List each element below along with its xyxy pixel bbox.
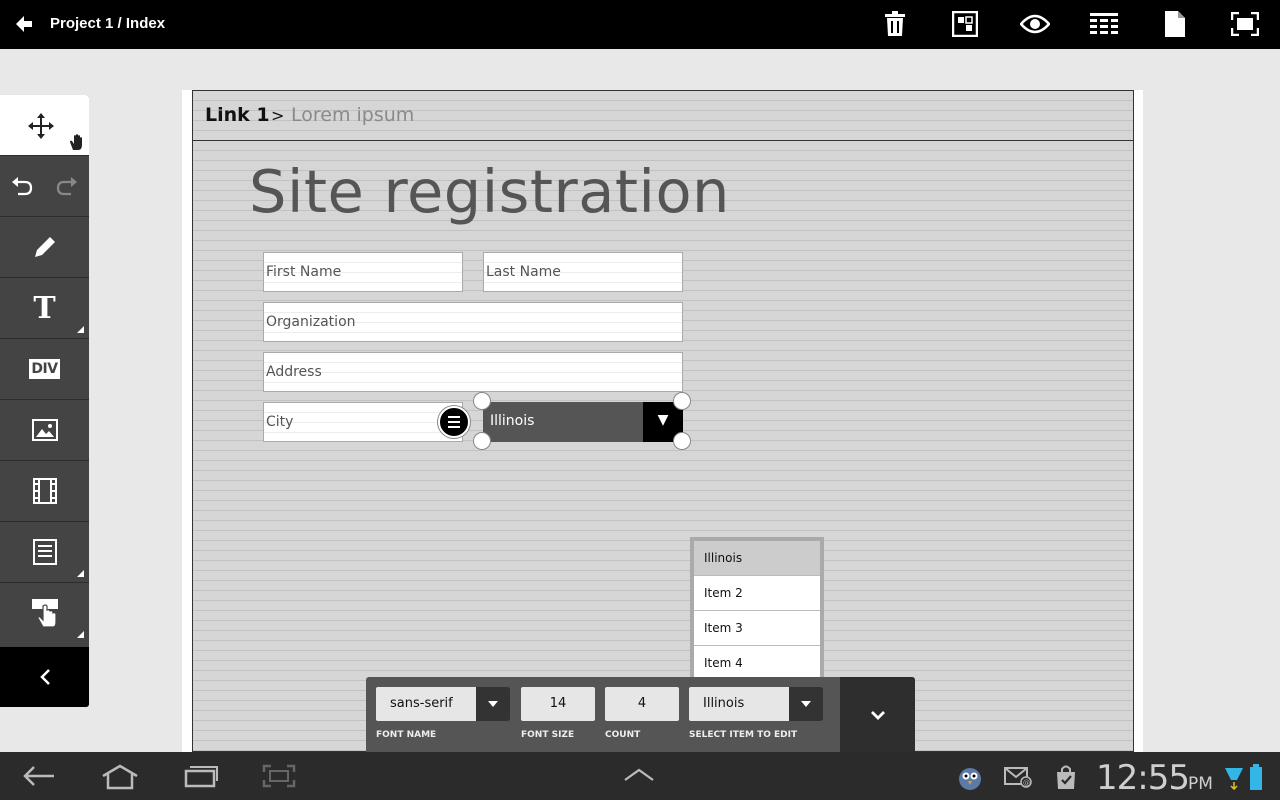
- project-title: Project 1 / Index: [50, 15, 166, 32]
- video-tool[interactable]: [0, 460, 89, 521]
- select-item-value: Illinois: [703, 696, 745, 711]
- form-tool[interactable]: [0, 521, 89, 582]
- div-tool-icon: DIV: [29, 359, 60, 379]
- resize-handle-bottom-right[interactable]: [673, 432, 691, 450]
- battery-icon: [1250, 764, 1262, 790]
- organization-field[interactable]: Organization: [263, 302, 683, 342]
- grid-view-icon[interactable]: [948, 8, 982, 40]
- shopping-bag-icon[interactable]: [1054, 764, 1078, 790]
- video-tool-icon: [32, 478, 57, 504]
- collapse-panel-button[interactable]: [840, 677, 915, 752]
- select-item-label: SELECT ITEM TO EDIT: [689, 730, 798, 740]
- font-size-value: 14: [549, 696, 567, 711]
- trash-icon[interactable]: [878, 8, 912, 40]
- dropdown-item[interactable]: Item 3: [694, 611, 820, 646]
- breadcrumb-separator: >: [271, 106, 285, 125]
- screenshot-icon[interactable]: [262, 764, 296, 788]
- undo-redo-group: [0, 155, 89, 216]
- text-tool[interactable]: T: [0, 277, 89, 338]
- font-size-label: FONT SIZE: [521, 730, 575, 740]
- wifi-icon: [1224, 766, 1244, 790]
- hand-icon: [70, 134, 82, 150]
- count-label: COUNT: [605, 730, 641, 740]
- clock-ampm: PM: [1188, 774, 1213, 794]
- back-arrow-icon[interactable]: [10, 10, 38, 38]
- div-tool[interactable]: DIV: [0, 338, 89, 399]
- pencil-tool[interactable]: [0, 216, 89, 277]
- chevron-down-icon[interactable]: [476, 687, 510, 721]
- state-select-value: Illinois: [490, 413, 535, 429]
- design-canvas[interactable]: Link 1 > Lorem ipsum Site registration F…: [192, 90, 1134, 752]
- city-field[interactable]: City: [263, 402, 463, 442]
- submenu-indicator: [77, 570, 84, 577]
- nav-back-icon[interactable]: [22, 764, 56, 788]
- last-name-field[interactable]: Last Name: [483, 252, 683, 292]
- collapse-icon: [39, 669, 50, 685]
- fullscreen-icon[interactable]: [1228, 8, 1262, 40]
- select-items-dropdown: Illinois Item 2 Item 3 Item 4: [690, 537, 824, 682]
- font-name-select[interactable]: sans-serif: [376, 687, 510, 721]
- system-bar: @ 12:55 PM: [0, 752, 1280, 800]
- redo-icon[interactable]: [55, 174, 79, 198]
- svg-text:@: @: [1023, 779, 1030, 787]
- tools-panel: T DIV: [0, 95, 89, 707]
- breadcrumb-current: Lorem ipsum: [291, 104, 415, 126]
- resize-handle-top-left[interactable]: [473, 392, 491, 410]
- font-size-input[interactable]: 14: [521, 687, 595, 721]
- font-name-label: FONT NAME: [376, 730, 437, 740]
- table-view-icon[interactable]: [1087, 8, 1121, 40]
- move-icon: [28, 113, 54, 139]
- button-tool-icon: [31, 599, 58, 628]
- dropdown-item[interactable]: Item 2: [694, 576, 820, 611]
- dropdown-item[interactable]: Illinois: [694, 541, 820, 576]
- preview-eye-icon[interactable]: [1018, 8, 1052, 40]
- count-value: 4: [637, 696, 647, 711]
- resize-handle-top-right[interactable]: [673, 392, 691, 410]
- top-app-bar: Project 1 / Index: [0, 0, 1280, 49]
- bird-notification-icon[interactable]: [956, 764, 984, 792]
- submenu-indicator: [77, 631, 84, 638]
- properties-panel: sans-serif FONT NAME 14 FONT SIZE 4 COUN…: [366, 677, 915, 752]
- form-tool-icon: [32, 539, 57, 565]
- select-item-to-edit[interactable]: Illinois: [689, 687, 823, 721]
- page-heading[interactable]: Site registration: [249, 157, 730, 226]
- resize-handle-bottom-left[interactable]: [473, 432, 491, 450]
- collapse-toolbar-button[interactable]: [0, 647, 89, 707]
- image-tool-icon: [31, 419, 58, 441]
- first-name-field[interactable]: First Name: [263, 252, 463, 292]
- email-icon[interactable]: @: [1004, 766, 1032, 788]
- chevron-down-icon[interactable]: [789, 687, 823, 721]
- nav-home-icon[interactable]: [100, 764, 140, 790]
- breadcrumb: Link 1 > Lorem ipsum: [193, 91, 1133, 141]
- expand-up-icon[interactable]: [623, 768, 655, 782]
- clock-time: 12:55: [1096, 758, 1190, 798]
- dropdown-item[interactable]: Item 4: [694, 646, 820, 681]
- state-select[interactable]: Illinois ▼: [483, 402, 683, 442]
- page-icon[interactable]: [1158, 8, 1192, 40]
- submenu-indicator: [77, 326, 84, 333]
- undo-icon[interactable]: [10, 174, 34, 198]
- font-name-value: sans-serif: [390, 696, 453, 711]
- address-field[interactable]: Address: [263, 352, 683, 392]
- count-input[interactable]: 4: [605, 687, 679, 721]
- element-menu-icon[interactable]: [438, 406, 470, 438]
- button-tool[interactable]: [0, 582, 89, 643]
- move-tool[interactable]: [0, 95, 89, 155]
- chevron-down-icon: [870, 710, 885, 720]
- text-tool-icon: T: [33, 290, 56, 326]
- breadcrumb-link[interactable]: Link 1: [205, 104, 270, 126]
- recent-apps-icon[interactable]: [183, 764, 219, 788]
- pencil-icon: [34, 237, 55, 257]
- image-tool[interactable]: [0, 399, 89, 460]
